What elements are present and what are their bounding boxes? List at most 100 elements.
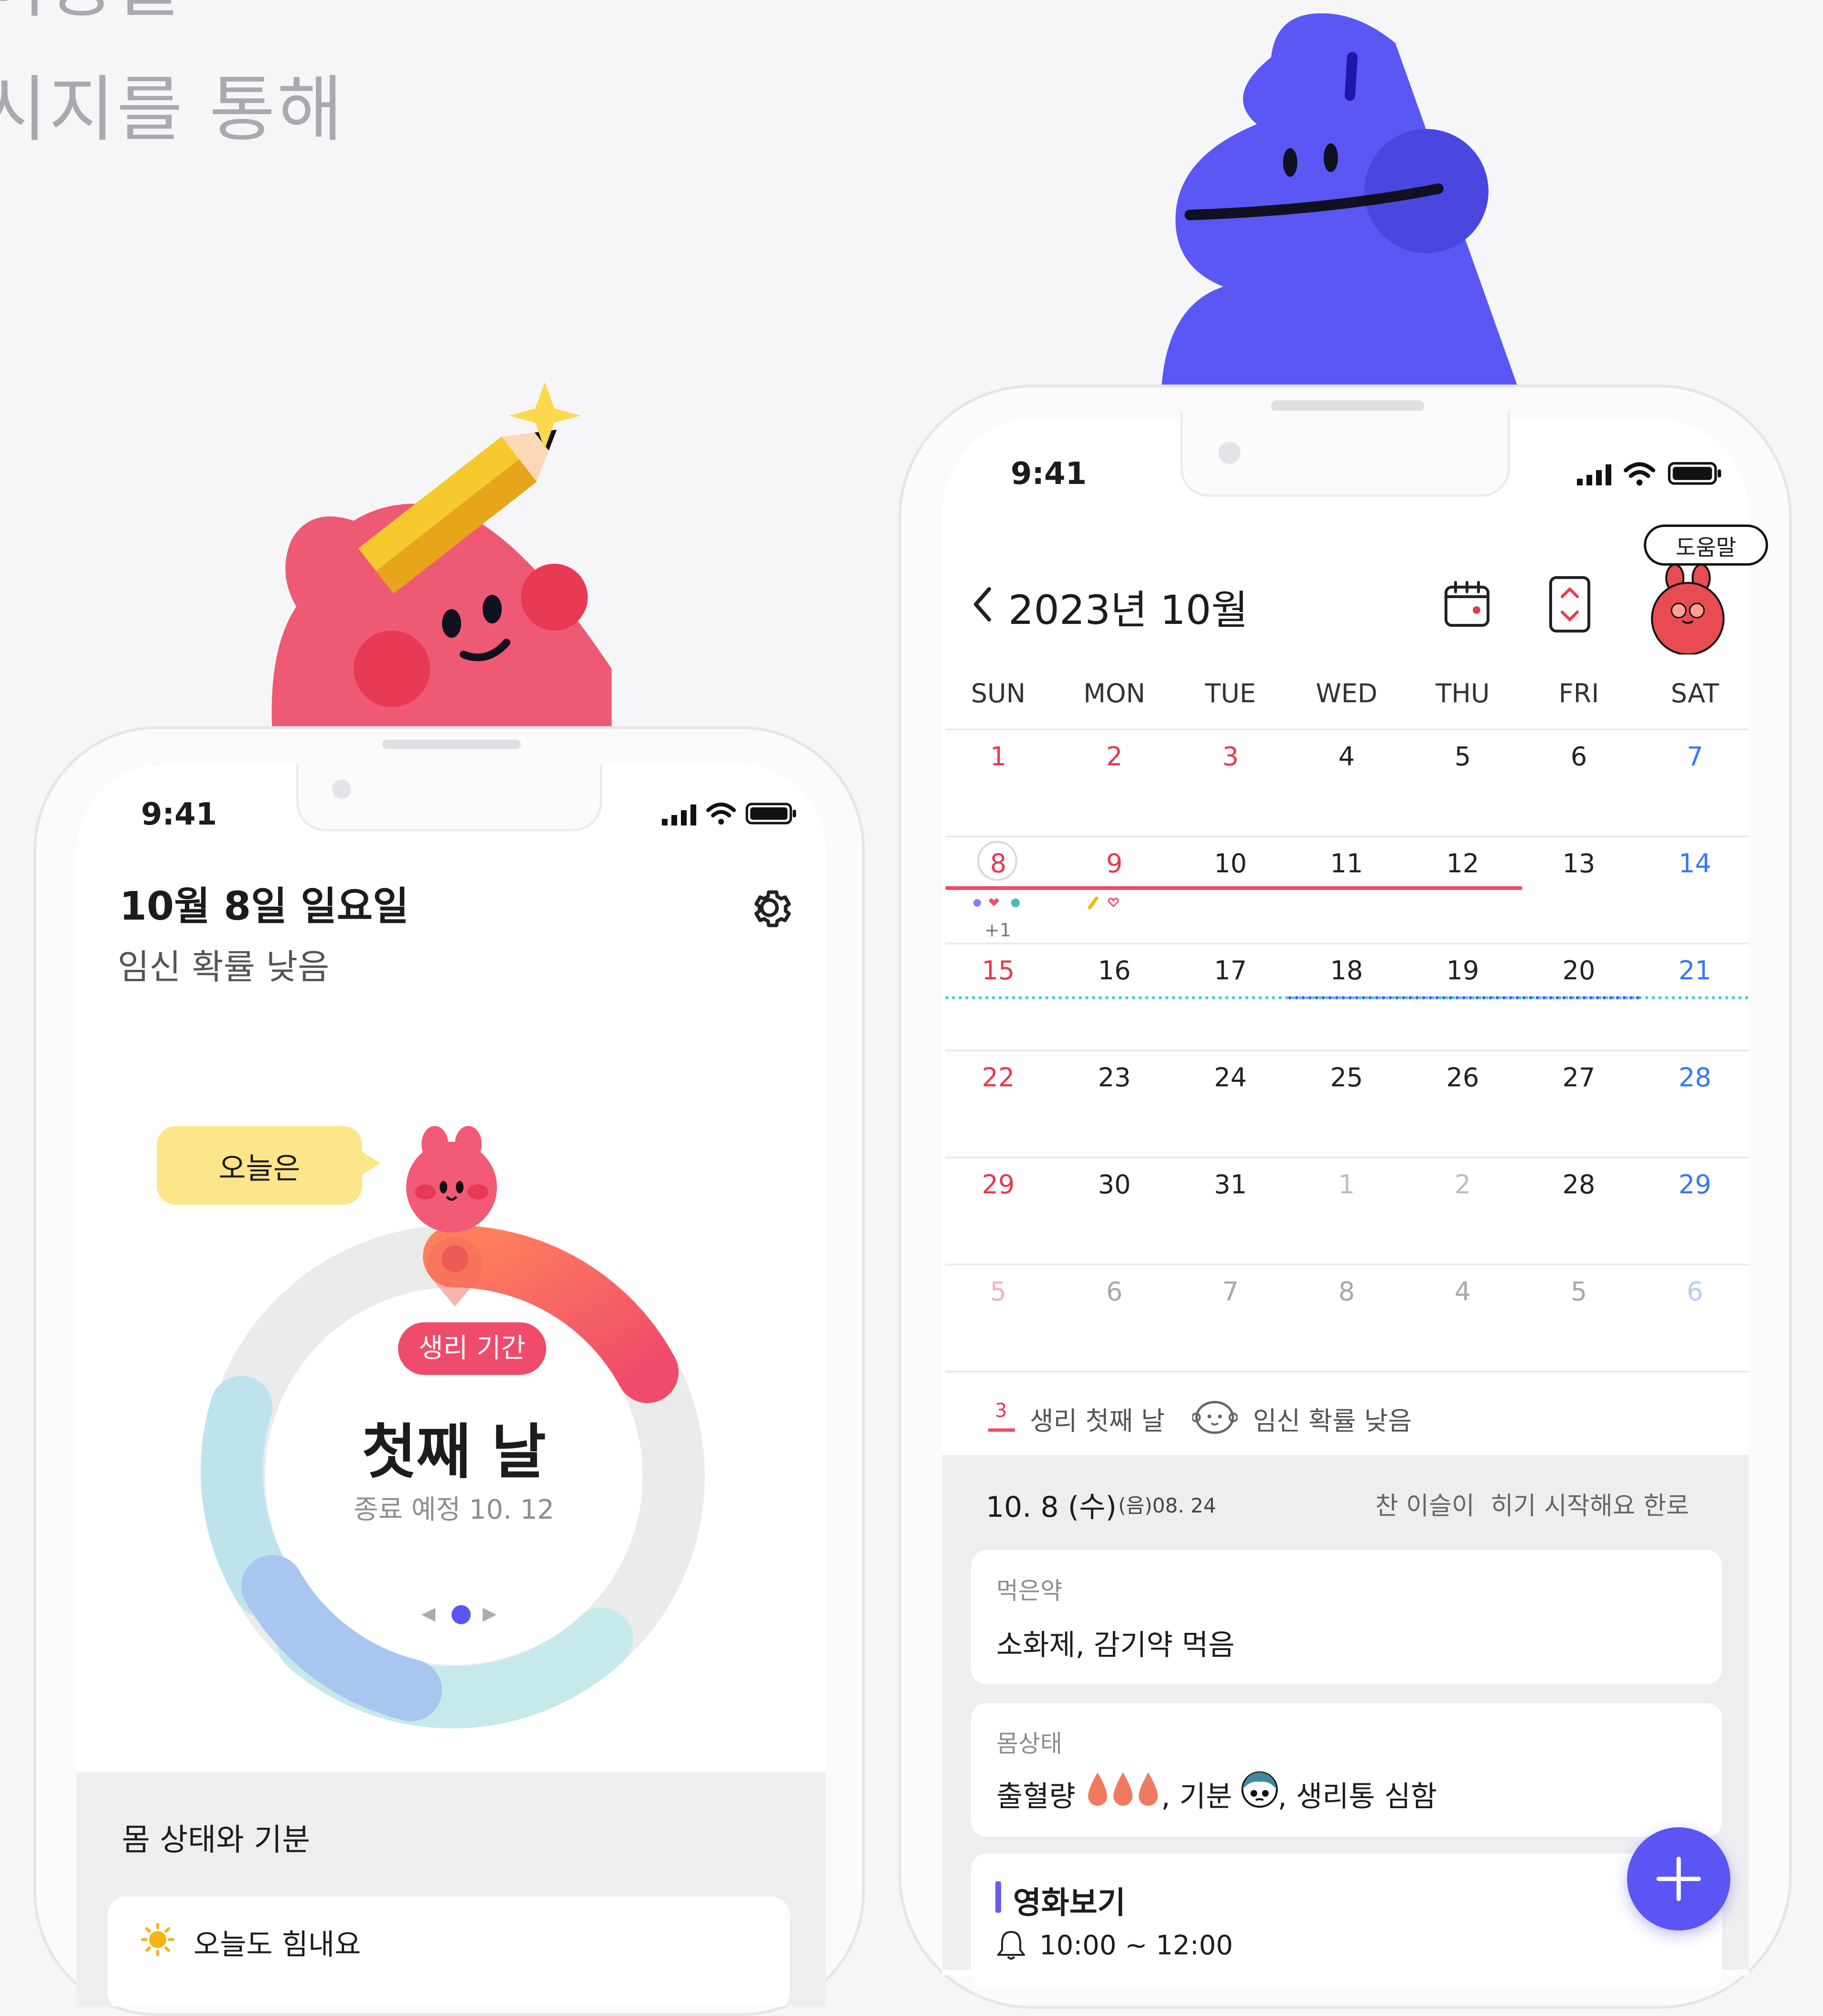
- calendar-day[interactable]: 13: [1521, 848, 1637, 879]
- weekday-sun: SUN: [971, 678, 1026, 708]
- plus-icon: [1656, 1856, 1701, 1901]
- expand-toggle-icon[interactable]: [1541, 573, 1598, 635]
- event-color-bar: [995, 1881, 1001, 1913]
- calendar-day[interactable]: 23: [1056, 1062, 1173, 1093]
- headline-line2: 시지를 통해: [0, 68, 345, 151]
- calendar-day[interactable]: 25: [1288, 1062, 1405, 1093]
- calendar-day[interactable]: 7: [1637, 741, 1753, 772]
- ovulation-line: [1288, 996, 1640, 999]
- calendar-day[interactable]: 24: [1172, 1062, 1289, 1093]
- weekday-sat: SAT: [1671, 678, 1719, 708]
- calendar-day[interactable]: 28: [1637, 1062, 1753, 1093]
- body-state-card[interactable]: [971, 1703, 1722, 1837]
- period-bar: [945, 886, 1522, 890]
- legend-period-underline: [988, 1428, 1015, 1432]
- extra-records-count: +1: [984, 920, 1012, 941]
- event-time: 10:00 ~ 12:00: [1039, 1930, 1233, 1961]
- pain-label: , 생리통 심함: [1278, 1780, 1437, 1813]
- calendar-day-next-month[interactable]: 5: [1521, 1276, 1637, 1307]
- detail-solar-term: 찬 이슬이 히기 시작해요 한로: [1375, 1492, 1689, 1521]
- period-end-label: 종료 예정 10. 12: [354, 1494, 554, 1525]
- legend-fertility-label: 임신 확률 낮음: [1253, 1406, 1412, 1436]
- wifi-icon: [1624, 462, 1655, 486]
- calendar-day[interactable]: 28: [1521, 1169, 1637, 1200]
- calendar-day[interactable]: 26: [1404, 1062, 1521, 1093]
- signal-icon: [662, 804, 696, 826]
- fertility-subtitle: 임신 확률 낮음: [118, 947, 330, 987]
- settings-gear-icon[interactable]: [743, 881, 796, 934]
- calendar-day[interactable]: 17: [1172, 955, 1289, 986]
- calendar-today-icon[interactable]: [1438, 576, 1496, 633]
- weekday-wed: WED: [1316, 678, 1378, 708]
- medicine-title: 먹은약: [996, 1577, 1062, 1605]
- weekday-fri: FRI: [1558, 678, 1599, 708]
- event-title: 영화보기: [1013, 1886, 1126, 1921]
- speech-bubble-tail: [361, 1151, 380, 1175]
- blue-character-illustration: [1161, 13, 1520, 392]
- week-row-end: [945, 1371, 1749, 1373]
- month-title: 2023년 10월: [1008, 587, 1248, 633]
- pink-character-illustration: [271, 382, 612, 736]
- calendar-day[interactable]: 30: [1056, 1169, 1173, 1200]
- mood-label: , 기분: [1161, 1780, 1232, 1813]
- mood-item-text: 오늘도 힘내요: [194, 1928, 361, 1962]
- back-chevron-icon[interactable]: [970, 585, 994, 623]
- prev-arrow-icon[interactable]: ◀: [421, 1603, 435, 1624]
- calendar-day[interactable]: 5: [1404, 741, 1521, 772]
- battery-icon: [745, 803, 796, 825]
- blood-drop-icons: [1088, 1772, 1158, 1806]
- right-phone-speaker: [1271, 400, 1424, 412]
- calendar-day[interactable]: 20: [1521, 955, 1637, 986]
- calendar-day-next-month[interactable]: 6: [1056, 1276, 1173, 1307]
- left-phone-speaker: [382, 740, 521, 749]
- day-record-icons: [973, 898, 1020, 907]
- calendar-day-next-month[interactable]: 2: [1404, 1169, 1521, 1200]
- left-front-camera: [332, 780, 351, 799]
- calendar-day[interactable]: 29: [940, 1169, 1057, 1200]
- calendar-day-next-month[interactable]: 5: [940, 1276, 1057, 1307]
- calendar-day[interactable]: 16: [1056, 955, 1173, 986]
- calendar-day[interactable]: 18: [1288, 955, 1405, 986]
- weekday-mon: MON: [1083, 678, 1145, 708]
- speech-bubble-text: 오늘은: [218, 1151, 301, 1186]
- calendar-day-next-month[interactable]: 4: [1404, 1276, 1521, 1307]
- status-time: 9:41: [141, 797, 217, 832]
- calendar-day[interactable]: 6: [1521, 741, 1637, 772]
- calendar-day[interactable]: 14: [1637, 848, 1753, 879]
- calendar-day[interactable]: 29: [1637, 1169, 1753, 1200]
- help-mascot-icon[interactable]: [1646, 564, 1730, 654]
- calendar-day[interactable]: 1: [940, 741, 1057, 772]
- calendar-day[interactable]: 9: [1056, 848, 1173, 879]
- calendar-day[interactable]: 22: [940, 1062, 1057, 1093]
- period-tag: 생리 기간: [398, 1322, 546, 1375]
- help-badge[interactable]: 도움말: [1644, 525, 1768, 566]
- sun-icon: [141, 1923, 174, 1956]
- medicine-value: 소화제, 감기약 먹음: [996, 1629, 1235, 1662]
- cycle-day-title: 첫째 날: [362, 1418, 546, 1487]
- calendar-day[interactable]: 11: [1288, 848, 1405, 879]
- left-phone-screen: 9:41 10월 8일 일요일 임신 확률 낮음 오늘은 생리 기간 첫째 날 …: [76, 764, 826, 2006]
- calendar-day[interactable]: 10: [1172, 848, 1289, 879]
- headline-line1: 이동을: [0, 0, 184, 29]
- calendar-day[interactable]: 27: [1521, 1062, 1637, 1093]
- calendar-day[interactable]: 21: [1637, 955, 1753, 986]
- calendar-day-next-month[interactable]: 1: [1288, 1169, 1405, 1200]
- calendar-day-next-month[interactable]: 8: [1288, 1276, 1405, 1307]
- next-arrow-icon[interactable]: ▶: [483, 1603, 496, 1624]
- calendar-day-next-month[interactable]: 6: [1637, 1276, 1753, 1307]
- calendar-day-today[interactable]: 8: [940, 848, 1057, 879]
- calendar-day[interactable]: 4: [1288, 741, 1405, 772]
- baby-face-icon: [1192, 1401, 1238, 1434]
- medicine-card[interactable]: [971, 1550, 1722, 1684]
- calendar-day[interactable]: 3: [1172, 741, 1289, 772]
- calendar-day[interactable]: 15: [940, 955, 1057, 986]
- mood-face-icon: [1241, 1771, 1278, 1808]
- right-front-camera: [1219, 442, 1241, 464]
- calendar-day-next-month[interactable]: 7: [1172, 1276, 1289, 1307]
- calendar-day[interactable]: 19: [1404, 955, 1521, 986]
- calendar-day[interactable]: 31: [1172, 1169, 1289, 1200]
- calendar-day[interactable]: 12: [1404, 848, 1521, 879]
- calendar-day[interactable]: 2: [1056, 741, 1173, 772]
- status-time: 9:41: [1011, 456, 1087, 492]
- wifi-icon: [706, 803, 736, 825]
